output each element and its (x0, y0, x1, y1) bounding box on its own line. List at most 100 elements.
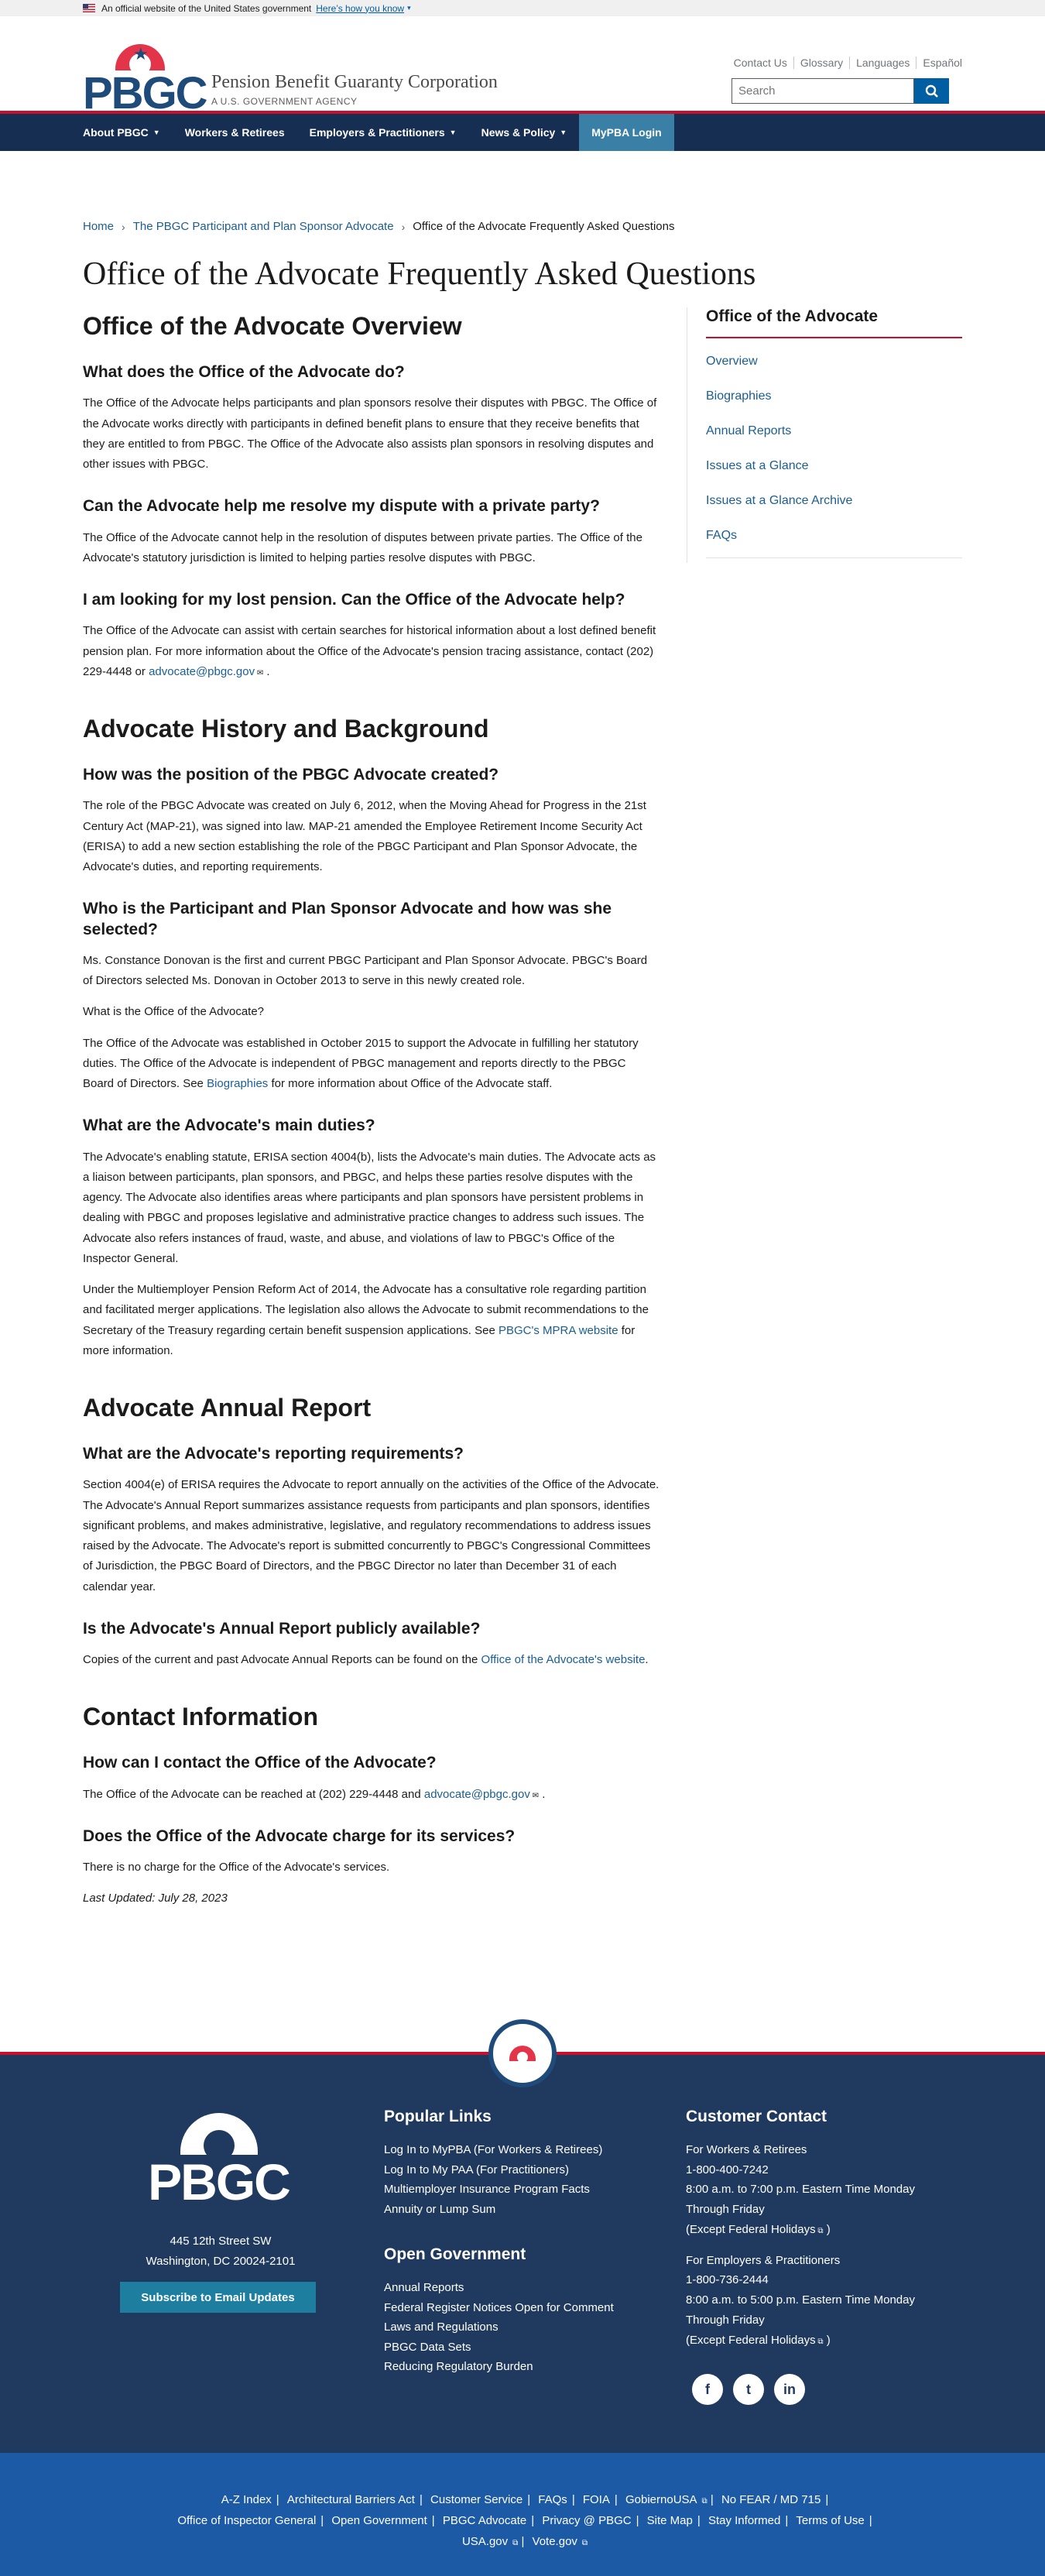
nav-label: About PBGC (83, 126, 149, 139)
footer: PBGC 445 12th Street SW Washington, DC 2… (0, 2019, 1045, 2453)
footer-bottom-row: Office of Inspector General | Open Govern… (177, 2514, 872, 2527)
biographies-link[interactable]: Biographies (207, 1077, 268, 1090)
footer-link[interactable]: Laws and Regulations (384, 2317, 663, 2338)
email-link[interactable]: advocate@pbgc.gov (424, 1788, 530, 1801)
sidebar-item-annual-reports[interactable]: Annual Reports (706, 414, 962, 449)
faq-answer: The Office of the Advocate can assist wi… (83, 621, 660, 682)
faq-answer: The role of the PBGC Advocate was create… (83, 799, 646, 873)
footer-bottom-link[interactable]: Vote.gov (533, 2535, 577, 2548)
answer-text: for more information about Office of the… (268, 1077, 553, 1090)
federal-holidays-link[interactable]: Federal Holidays (728, 2334, 816, 2347)
gov-banner: An official website of the United States… (0, 0, 1045, 16)
footer-bottom-link[interactable]: No FEAR / MD 715 (721, 2493, 821, 2506)
nav-label: News & Policy (481, 126, 556, 139)
sidebar-item-issues-at-a-glance[interactable]: Issues at a Glance (706, 449, 962, 484)
contact-text: ) (826, 2222, 831, 2236)
breadcrumb-advocate[interactable]: The PBGC Participant and Plan Sponsor Ad… (133, 220, 394, 233)
advocate-website-link[interactable]: Office of the Advocate's website (481, 1653, 646, 1666)
social-links: f t in (692, 2374, 805, 2405)
espanol-link[interactable]: Español (917, 57, 962, 69)
mypba-login-button[interactable]: MyPBA Login (579, 114, 674, 151)
facebook-icon[interactable]: f (692, 2374, 723, 2405)
footer-link[interactable]: Federal Register Notices Open for Commen… (384, 2298, 663, 2318)
sidebar-item-faqs[interactable]: FAQs (706, 519, 962, 554)
faq-answer: What is the Office of the Advocate? (83, 1005, 265, 1019)
nav-workers-retirees[interactable]: Workers & Retirees (173, 114, 297, 151)
nav-about-pbgc[interactable]: About PBGC ▼ (83, 114, 173, 151)
contact-hours: 8:00 a.m. to 5:00 p.m. Eastern Time Mond… (686, 2293, 915, 2327)
search-icon (925, 84, 938, 98)
mpra-website-link[interactable]: PBGC's MPRA website (499, 1324, 618, 1337)
twitter-icon[interactable]: t (733, 2374, 764, 2405)
footer-bottom-row: A-Z Index | Architectural Barriers Act | C… (221, 2493, 829, 2506)
footer-bottom-link[interactable]: Customer Service (430, 2493, 522, 2506)
subscribe-button[interactable]: Subscribe to Email Updates (120, 2282, 316, 2313)
answer-text: The Office of the Advocate can be reache… (83, 1787, 424, 1801)
breadcrumb: Home › The PBGC Participant and Plan Spo… (83, 220, 675, 233)
footer-bottom-link[interactable]: Architectural Barriers Act (287, 2493, 415, 2506)
contact-label: For Workers & Retirees (686, 2143, 807, 2156)
contact-workers: For Workers & Retirees 1-800-400-7242 8:… (686, 2140, 941, 2240)
search-input[interactable] (732, 78, 914, 104)
faq-question: How can I contact the Office of the Advo… (83, 1754, 437, 1772)
contact-us-link[interactable]: Contact Us (728, 57, 794, 69)
footer-link[interactable]: Multiemployer Insurance Program Facts (384, 2180, 663, 2200)
search-button[interactable] (914, 78, 949, 104)
footer-logo[interactable]: PBGC (143, 2113, 294, 2207)
sidebar-item-overview[interactable]: Overview (706, 345, 962, 379)
footer-bottom-link[interactable]: A-Z Index (221, 2493, 272, 2506)
sidebar-item-issues-archive[interactable]: Issues at a Glance Archive (706, 484, 962, 519)
footer-link[interactable]: Log In to MyPBA (For Workers & Retirees) (384, 2140, 663, 2160)
faq-answer: The Office of the Advocate was establish… (83, 1034, 660, 1095)
faq-answer: Section 4004(e) of ERISA requires the Ad… (83, 1478, 660, 1593)
faq-question: I am looking for my lost pension. Can th… (83, 591, 625, 609)
nav-news-policy[interactable]: News & Policy ▼ (469, 114, 580, 151)
footer-link[interactable]: PBGC Data Sets (384, 2338, 663, 2358)
footer-bottom-link[interactable]: Privacy @ PBGC (542, 2514, 631, 2527)
faq-answer: The Office of the Advocate cannot help i… (83, 530, 642, 564)
footer-bottom: A-Z Index | Architectural Barriers Act | C… (0, 2453, 1045, 2576)
section-title: Contact Information (83, 1703, 318, 1731)
footer-bottom-link[interactable]: PBGC Advocate (443, 2514, 526, 2527)
footer-bottom-link[interactable]: Stay Informed (708, 2514, 780, 2527)
breadcrumb-home[interactable]: Home (83, 220, 114, 233)
linkedin-icon[interactable]: in (774, 2374, 805, 2405)
heres-how-you-know-link[interactable]: Here’s how you know (316, 3, 404, 14)
email-link[interactable]: advocate@pbgc.gov (149, 665, 255, 678)
pbgc-logo[interactable]: ★ PBGC Pension Benefit Guaranty Corporat… (83, 44, 498, 118)
sidebar-item-biographies[interactable]: Biographies (706, 379, 962, 414)
contact-text: ) (826, 2333, 831, 2347)
glossary-link[interactable]: Glossary (794, 57, 851, 69)
answer-text: . (645, 1653, 649, 1666)
federal-holidays-link[interactable]: Federal Holidays (728, 2223, 816, 2236)
footer-bottom-link[interactable]: Office of Inspector General (177, 2514, 316, 2527)
open-government-title: Open Government (384, 2245, 526, 2263)
footer-bottom-link[interactable]: Terms of Use (796, 2514, 864, 2527)
footer-bottom-link[interactable]: FOIA (583, 2493, 610, 2506)
footer-link[interactable]: Annuity or Lump Sum (384, 2200, 663, 2220)
chevron-down-icon: ▼ (560, 129, 567, 136)
languages-link[interactable]: Languages (850, 57, 917, 69)
answer-text: . (542, 1787, 546, 1801)
nav-employers-practitioners[interactable]: Employers & Practitioners ▼ (297, 114, 469, 151)
logo-arch-icon (180, 2113, 258, 2155)
footer-link[interactable]: Reducing Regulatory Burden (384, 2357, 663, 2377)
footer-link[interactable]: Log In to My PAA (For Practitioners) (384, 2160, 663, 2180)
agency-name-block: Pension Benefit Guaranty Corporation A U… (211, 72, 498, 107)
footer-bottom-link[interactable]: FAQs (538, 2493, 567, 2506)
footer-bottom-link[interactable]: USA.gov (462, 2535, 508, 2548)
faq-question: Can the Advocate help me resolve my disp… (83, 497, 600, 516)
footer-bottom-link[interactable]: Open Government (331, 2514, 427, 2527)
faq-question: What are the Advocate's reporting requir… (83, 1445, 464, 1463)
gov-banner-text: An official website of the United States… (101, 2, 312, 14)
footer-bottom-link[interactable]: GobiernoUSA (625, 2493, 697, 2506)
section-title: Advocate Annual Report (83, 1394, 372, 1422)
footer-bottom-link[interactable]: Site Map (647, 2514, 693, 2527)
faq-answer: The Office of the Advocate can be reache… (83, 1785, 660, 1805)
employers-phone-link[interactable]: 1-800-736-2444 (686, 2270, 941, 2290)
us-flag-icon (83, 4, 95, 12)
contact-employers: For Employers & Practitioners 1-800-736-… (686, 2251, 941, 2351)
workers-phone-link[interactable]: 1-800-400-7242 (686, 2160, 941, 2180)
utility-links: Contact Us Glossary Languages Español (728, 57, 962, 69)
footer-link[interactable]: Annual Reports (384, 2278, 663, 2298)
